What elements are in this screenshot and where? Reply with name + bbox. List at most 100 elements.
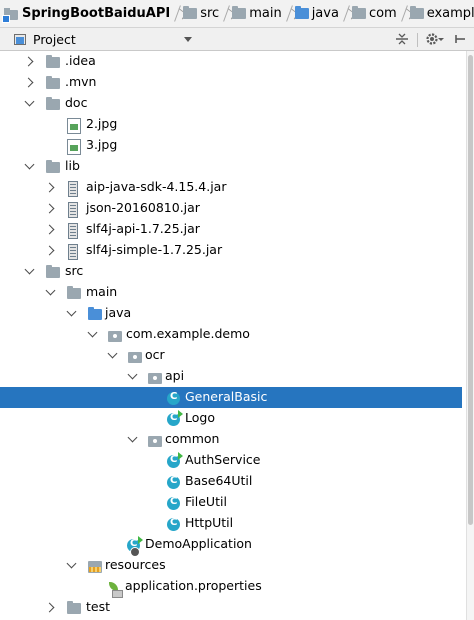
tree-node-label: Base64Util <box>185 473 253 488</box>
tree-node-label: .mvn <box>65 74 97 89</box>
chevron-down-icon[interactable] <box>184 37 192 42</box>
tree-node-label: resources <box>105 557 166 572</box>
tree-node-label: GeneralBasic <box>185 389 268 404</box>
tree-node-label: .idea <box>65 53 96 68</box>
collapse-arrow-icon[interactable] <box>66 306 77 317</box>
spring-boot-app-icon <box>127 536 143 557</box>
tree-node-com-example-demo[interactable]: com.example.demo <box>0 324 462 345</box>
tree-node-demoapplication[interactable]: DemoApplication <box>0 534 462 557</box>
jar-icon <box>68 243 78 260</box>
properties-file-icon <box>107 581 123 598</box>
tree-node-label: api <box>165 368 185 383</box>
tree-node-jar[interactable]: slf4j-api-1.7.25.jar <box>0 219 462 240</box>
tree-node-3jpg[interactable]: 3.jpg <box>0 135 462 156</box>
breadcrumb-label: example <box>426 6 474 21</box>
package-icon <box>351 6 366 19</box>
collapse-all-icon[interactable] <box>394 31 410 47</box>
collapse-arrow-icon[interactable] <box>24 264 35 275</box>
tree-node-api[interactable]: api <box>0 366 462 387</box>
breadcrumb: SpringBootBaiduAPI src main java com exa… <box>0 0 474 28</box>
collapse-arrow-icon[interactable] <box>107 348 118 359</box>
package-icon <box>148 436 162 447</box>
scrollbar-thumb[interactable] <box>468 55 473 525</box>
tree-node-idea[interactable]: .idea <box>0 51 462 72</box>
tree-node-test[interactable]: test <box>0 597 462 618</box>
collapse-arrow-icon[interactable] <box>127 369 138 380</box>
jar-icon <box>68 222 78 239</box>
tree-node-label: test <box>86 599 111 614</box>
view-selector[interactable]: Project <box>33 32 76 47</box>
collapse-arrow-icon[interactable] <box>127 432 138 443</box>
expand-arrow-icon[interactable] <box>44 182 55 193</box>
tree-node-label: java <box>105 305 132 320</box>
expand-arrow-icon[interactable] <box>44 245 55 256</box>
collapse-arrow-icon[interactable] <box>24 96 35 107</box>
toolbar-divider <box>417 33 418 47</box>
source-folder-icon <box>88 307 102 320</box>
tree-node-mvn[interactable]: .mvn <box>0 72 462 93</box>
java-class-icon <box>167 391 180 405</box>
tree-node-label: ocr <box>145 347 165 362</box>
tree-node-logo[interactable]: Logo <box>0 408 462 429</box>
tree-node-jar[interactable]: aip-java-sdk-4.15.4.jar <box>0 177 462 198</box>
tree-node-application-properties[interactable]: application.properties <box>0 576 462 598</box>
tree-node-common[interactable]: common <box>0 429 462 450</box>
expand-arrow-icon[interactable] <box>44 224 55 235</box>
expand-arrow-icon[interactable] <box>44 602 55 613</box>
folder-icon <box>46 265 60 278</box>
expand-arrow-icon[interactable] <box>23 77 34 88</box>
breadcrumb-item-project[interactable]: SpringBootBaiduAPI <box>0 0 170 27</box>
tree-node-generalbasic[interactable]: GeneralBasic <box>0 387 462 408</box>
tree-node-httputil[interactable]: HttpUtil <box>0 513 462 534</box>
breadcrumb-label: main <box>249 6 282 21</box>
java-class-icon <box>167 517 180 531</box>
breadcrumb-label: src <box>200 6 220 21</box>
source-folder-icon <box>294 6 309 19</box>
folder-icon <box>46 160 60 173</box>
tree-node-label: slf4j-api-1.7.25.jar <box>86 221 200 236</box>
gear-dropdown-icon[interactable] <box>437 31 445 47</box>
tree-node-authservice[interactable]: AuthService <box>0 450 462 471</box>
breadcrumb-item-src[interactable]: src <box>179 0 219 27</box>
tree-node-base64util[interactable]: Base64Util <box>0 471 462 492</box>
breadcrumb-item-main[interactable]: main <box>228 0 282 27</box>
tree-node-jar[interactable]: slf4j-simple-1.7.25.jar <box>0 240 462 261</box>
folder-icon <box>46 97 60 110</box>
tree-node-resources[interactable]: resources <box>0 555 462 576</box>
tree-node-label: application.properties <box>125 578 262 593</box>
java-class-runnable-icon <box>167 452 183 468</box>
collapse-arrow-icon[interactable] <box>87 327 98 338</box>
breadcrumb-item-com[interactable]: com <box>348 0 397 27</box>
tree-node-label: common <box>165 431 220 446</box>
collapse-arrow-icon[interactable] <box>24 159 35 170</box>
tree-node-label: lib <box>65 158 80 173</box>
tree-node-label: src <box>65 263 84 278</box>
tree-node-label: 3.jpg <box>86 137 118 152</box>
tree-node-label: com.example.demo <box>126 326 250 341</box>
breadcrumb-label: com <box>368 6 397 21</box>
jar-icon <box>68 201 78 218</box>
package-icon <box>409 6 424 19</box>
hide-panel-icon[interactable] <box>452 31 468 47</box>
expand-arrow-icon[interactable] <box>44 203 55 214</box>
vertical-scrollbar[interactable] <box>466 51 474 620</box>
tree-node-lib[interactable]: lib <box>0 156 462 177</box>
tree-node-label: 2.jpg <box>86 116 118 131</box>
tree-node-label: HttpUtil <box>185 515 234 530</box>
collapse-arrow-icon[interactable] <box>45 285 56 296</box>
tree-node-2jpg[interactable]: 2.jpg <box>0 114 462 135</box>
project-icon <box>14 33 26 45</box>
breadcrumb-item-java[interactable]: java <box>291 0 339 27</box>
expand-arrow-icon[interactable] <box>23 56 34 67</box>
tree-node-label: slf4j-simple-1.7.25.jar <box>86 242 223 257</box>
folder-icon <box>46 55 60 68</box>
tree-node-main[interactable]: main <box>0 282 462 303</box>
tree-node-doc[interactable]: doc <box>0 93 462 114</box>
tree-node-jar[interactable]: json-20160810.jar <box>0 198 462 219</box>
tree-node-fileutil[interactable]: FileUtil <box>0 492 462 513</box>
tree-node-ocr[interactable]: ocr <box>0 345 462 366</box>
tree-node-src[interactable]: src <box>0 261 462 282</box>
breadcrumb-item-example[interactable]: example <box>406 0 474 27</box>
collapse-arrow-icon[interactable] <box>66 558 77 569</box>
tree-node-java[interactable]: java <box>0 303 462 324</box>
